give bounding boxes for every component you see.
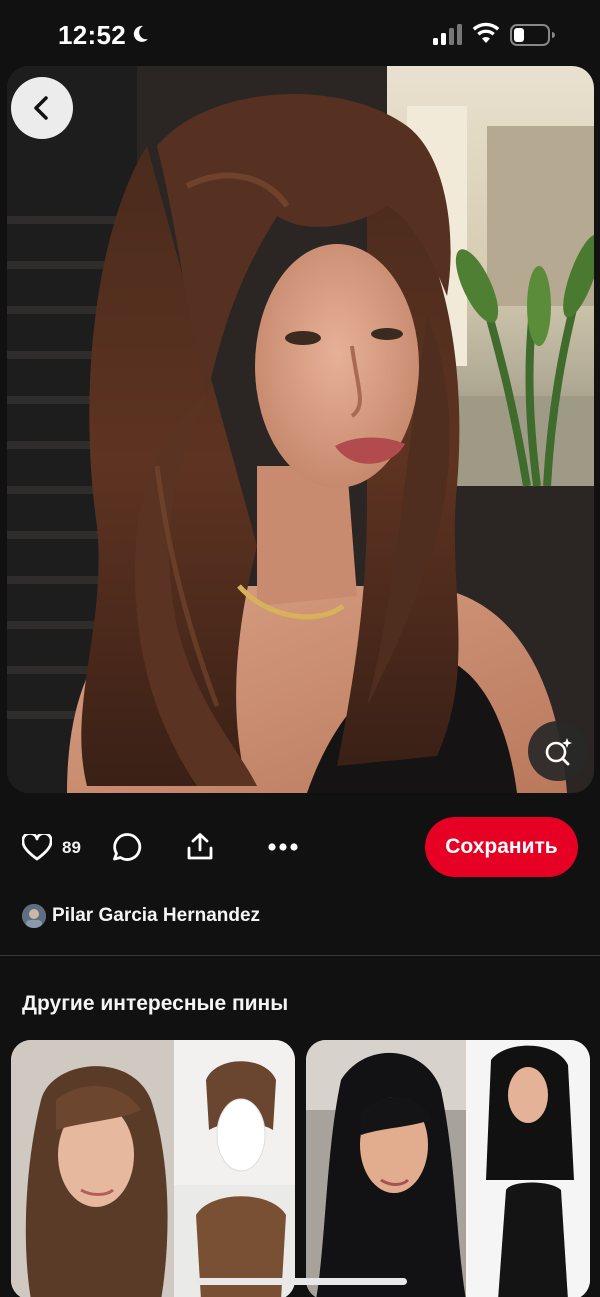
related-pin[interactable] bbox=[306, 1040, 590, 1297]
visual-search-sparkle-icon bbox=[545, 738, 572, 766]
like-button[interactable]: 89 bbox=[22, 834, 81, 861]
share-button[interactable] bbox=[185, 832, 215, 862]
more-dots-icon bbox=[268, 843, 298, 851]
comment-bubble-icon bbox=[113, 833, 142, 861]
pin-image[interactable] bbox=[7, 66, 594, 793]
home-indicator[interactable] bbox=[195, 1278, 407, 1285]
back-button[interactable] bbox=[11, 77, 73, 139]
like-count: 89 bbox=[62, 837, 81, 857]
comment-button[interactable] bbox=[112, 832, 142, 862]
more-options-button[interactable] bbox=[267, 842, 299, 852]
chevron-left-icon bbox=[34, 96, 48, 120]
related-pin-image bbox=[306, 1040, 590, 1297]
pin-photo bbox=[7, 66, 594, 793]
related-pins-title: Другие интересные пины bbox=[22, 992, 289, 1015]
save-button[interactable]: Сохранить bbox=[425, 817, 578, 877]
pin-action-bar: 89 Сохранить bbox=[0, 810, 600, 884]
related-pin-image bbox=[11, 1040, 295, 1297]
cellular-signal-icon bbox=[433, 24, 462, 45]
visual-search-button[interactable] bbox=[528, 721, 588, 781]
share-upload-icon bbox=[187, 833, 213, 860]
battery-icon bbox=[510, 24, 555, 46]
author-name: Pilar Garcia Hernandez bbox=[52, 905, 261, 926]
heart-icon bbox=[22, 834, 52, 861]
status-time: 12:52 bbox=[58, 20, 126, 50]
pin-author[interactable]: Pilar Garcia Hernandez bbox=[22, 904, 260, 928]
status-bar: 12:52 bbox=[0, 0, 600, 66]
wifi-icon bbox=[472, 22, 500, 43]
related-pin[interactable] bbox=[11, 1040, 295, 1297]
divider bbox=[0, 955, 600, 956]
moon-icon bbox=[133, 25, 148, 42]
avatar bbox=[22, 904, 46, 928]
